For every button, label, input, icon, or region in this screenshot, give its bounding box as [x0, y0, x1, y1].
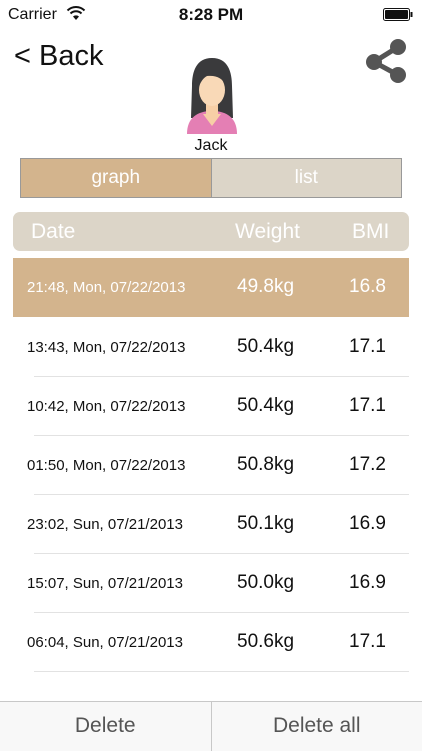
row-date: 21:48, Mon, 07/22/2013: [27, 279, 185, 296]
view-segmented-control: graph list: [20, 158, 402, 198]
clock: 8:28 PM: [0, 5, 422, 25]
back-button[interactable]: < Back: [14, 40, 103, 73]
row-bmi: 17.1: [349, 395, 386, 417]
table-row[interactable]: 23:02, Sun, 07/21/2013 50.1kg 16.9: [13, 495, 409, 554]
status-bar: Carrier 8:28 PM: [0, 0, 422, 30]
row-date: 06:04, Sun, 07/21/2013: [27, 634, 183, 651]
row-weight: 50.1kg: [237, 513, 294, 535]
profile-name: Jack: [0, 137, 422, 155]
female-avatar-icon: [183, 56, 241, 134]
row-bmi: 17.2: [349, 454, 386, 476]
delete-all-button[interactable]: Delete all: [212, 702, 422, 751]
delete-button[interactable]: Delete: [0, 702, 212, 751]
row-date: 15:07, Sun, 07/21/2013: [27, 575, 183, 592]
header-weight: Weight: [235, 220, 300, 244]
row-bmi: 16.9: [349, 572, 386, 594]
header-bmi: BMI: [352, 220, 389, 244]
tab-list[interactable]: list: [212, 159, 402, 197]
table-row[interactable]: 21:48, Mon, 07/22/2013 49.8kg 16.8: [13, 258, 409, 317]
row-date: 10:42, Mon, 07/22/2013: [27, 398, 185, 415]
row-weight: 49.8kg: [237, 276, 294, 298]
row-weight: 50.8kg: [237, 454, 294, 476]
row-date: 01:50, Mon, 07/22/2013: [27, 457, 185, 474]
row-bmi: 16.8: [349, 276, 386, 298]
row-weight: 50.4kg: [237, 395, 294, 417]
row-weight: 50.4kg: [237, 336, 294, 358]
row-date: 13:43, Mon, 07/22/2013: [27, 339, 185, 356]
row-date: 23:02, Sun, 07/21/2013: [27, 516, 183, 533]
row-bmi: 17.1: [349, 631, 386, 653]
table-row[interactable]: 01:50, Mon, 07/22/2013 50.8kg 17.2: [13, 436, 409, 495]
header-date: Date: [31, 220, 75, 244]
row-divider: [34, 671, 409, 672]
battery-icon: [383, 8, 413, 21]
row-bmi: 17.1: [349, 336, 386, 358]
table-row[interactable]: 13:43, Mon, 07/22/2013 50.4kg 17.1: [13, 318, 409, 377]
row-weight: 50.6kg: [237, 631, 294, 653]
row-bmi: 16.9: [349, 513, 386, 535]
table-row[interactable]: 15:07, Sun, 07/21/2013 50.0kg 16.9: [13, 554, 409, 613]
table-header: Date Weight BMI: [13, 212, 409, 251]
row-weight: 50.0kg: [237, 572, 294, 594]
share-icon[interactable]: [362, 38, 410, 84]
table-row[interactable]: 06:04, Sun, 07/21/2013 50.6kg 17.1: [13, 613, 409, 672]
tab-graph[interactable]: graph: [21, 159, 212, 197]
bottom-action-bar: Delete Delete all: [0, 701, 422, 751]
table-row[interactable]: 10:42, Mon, 07/22/2013 50.4kg 17.1: [13, 377, 409, 436]
